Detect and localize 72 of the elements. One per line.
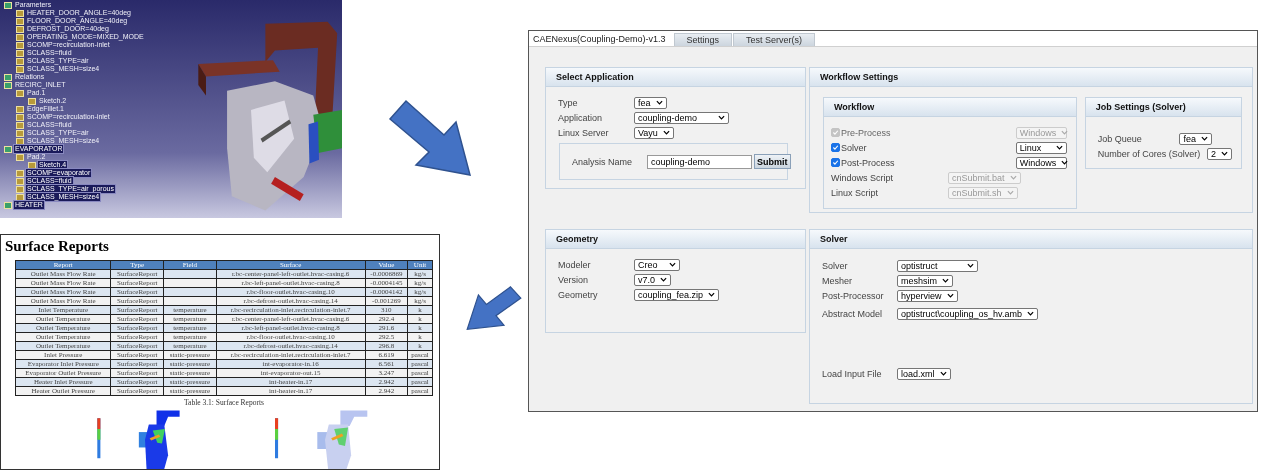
caret-icon: [1061, 130, 1069, 135]
field-label: Geometry: [558, 289, 599, 300]
input-field[interactable]: coupling-demo: [647, 154, 752, 169]
checkbox-label: Pre-Process: [841, 127, 891, 138]
caret-icon: [946, 293, 954, 298]
panel-header: Workflow Settings: [810, 68, 1252, 87]
dropdown[interactable]: optistruct: [897, 259, 978, 272]
panel-header: Job Settings (Solver): [1085, 98, 1241, 117]
caret-icon: [1221, 151, 1228, 156]
caret-icon: [662, 130, 670, 135]
tree-node-icon: [16, 89, 24, 97]
caret-icon: [708, 292, 716, 297]
caret-icon: [1061, 160, 1069, 165]
caret-icon: [1009, 175, 1017, 180]
dropdown[interactable]: Linux: [1015, 141, 1067, 154]
submit-button[interactable]: Submit: [754, 154, 791, 169]
caret-icon: [1006, 190, 1014, 195]
field-label: Analysis Name: [572, 156, 634, 167]
field-label: Linux Script: [831, 187, 880, 198]
field-label: Linux Server: [558, 127, 610, 138]
tree-node-icon: [4, 1, 12, 9]
field-label: Job Queue: [1097, 133, 1142, 144]
dropdown[interactable]: Creo: [634, 258, 680, 271]
caret-icon: [718, 115, 725, 120]
field-label: Windows Script: [831, 172, 894, 183]
dropdown[interactable]: fea: [1179, 132, 1212, 145]
tab[interactable]: Test Server(s): [733, 33, 816, 46]
dropdown[interactable]: hyperview: [897, 289, 958, 302]
tree-node-icon: [16, 153, 24, 161]
checkbox[interactable]: [831, 143, 840, 152]
dropdown[interactable]: 2: [1207, 147, 1232, 160]
caret-icon: [1201, 136, 1208, 141]
tree-node-icon: [28, 97, 36, 105]
page-title: Surface Reports: [5, 238, 110, 255]
dropdown[interactable]: v7.0: [634, 273, 671, 286]
caret-icon: [655, 100, 663, 105]
caret-icon: [942, 278, 949, 283]
dropdown[interactable]: optistruct\coupling_os_hv.amb: [897, 307, 1038, 320]
field-label: Mesher: [822, 275, 853, 286]
field-label: Type: [558, 97, 579, 108]
panel-header: Geometry: [546, 230, 805, 249]
field-label: Post-Processor: [822, 290, 885, 301]
field-label: Solver: [822, 260, 849, 271]
field-label: Modeler: [558, 259, 592, 270]
tree-node-icon: [4, 145, 12, 153]
caret-icon: [669, 262, 676, 267]
caret-icon: [660, 277, 667, 282]
dropdown[interactable]: Vayu: [634, 126, 674, 139]
field-label: Application: [558, 112, 604, 123]
checkbox-label: Solver: [841, 142, 867, 153]
panel-header: Workflow: [824, 98, 1076, 117]
tab[interactable]: Settings: [673, 33, 733, 46]
field-label: Number of Cores (Solver): [1097, 148, 1201, 159]
panel-header: Select Application: [546, 68, 805, 87]
dropdown[interactable]: coupling-demo: [634, 111, 729, 124]
dropdown[interactable]: Windows: [1015, 156, 1067, 169]
arrow-icon: [464, 285, 524, 332]
field-label: Load Input File: [822, 368, 883, 379]
caret-icon: [939, 371, 947, 376]
dropdown[interactable]: fea: [634, 96, 667, 109]
checkbox-label: Post-Process: [841, 157, 895, 168]
dropdown[interactable]: load.xml: [897, 367, 951, 380]
panel-header: Solver: [810, 230, 1252, 249]
field-label: Abstract Model: [822, 308, 884, 319]
checkbox[interactable]: [831, 158, 840, 167]
caret-icon: [1055, 145, 1063, 150]
field-label: Version: [558, 274, 590, 285]
caret-icon: [1026, 311, 1034, 316]
tree-node-icon: [4, 201, 12, 209]
caret-icon: [967, 263, 974, 268]
dropdown[interactable]: coupling_fea.zip: [634, 288, 720, 301]
dropdown[interactable]: meshsim: [897, 274, 953, 287]
